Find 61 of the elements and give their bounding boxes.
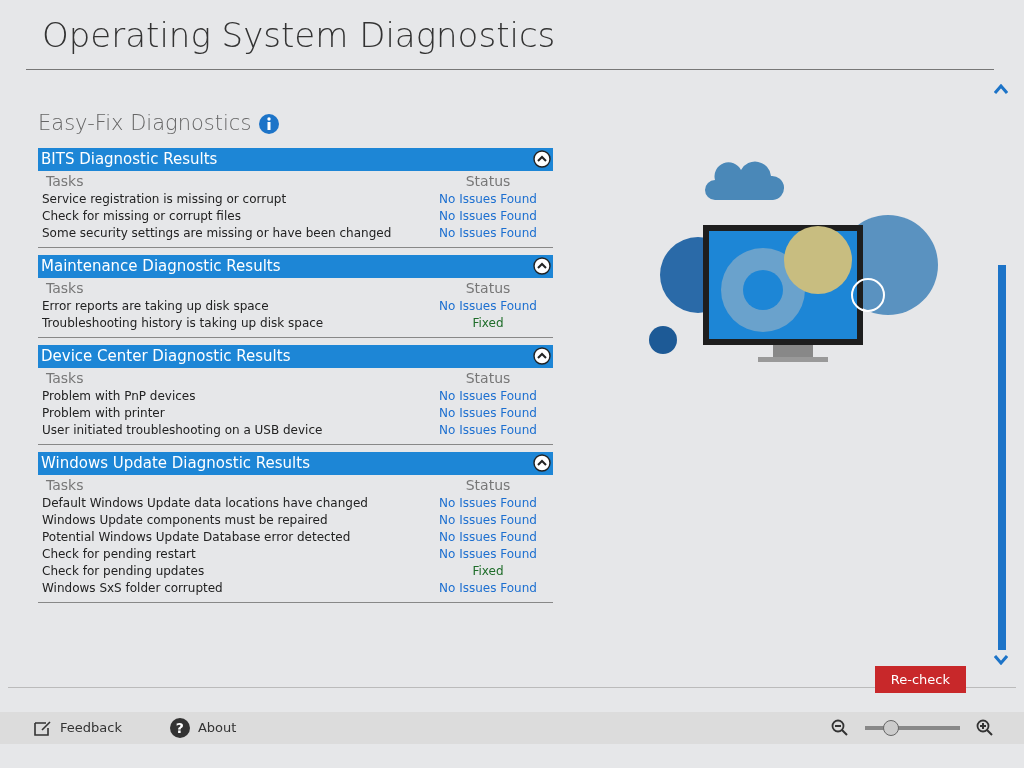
column-header: Status	[464, 475, 512, 495]
help-icon: ?	[169, 718, 190, 738]
column-header: Status	[464, 368, 512, 388]
task-label: Problem with printer	[42, 404, 166, 422]
status-text: No Issues Found	[438, 207, 538, 225]
task-label: Error reports are taking up disk space	[42, 297, 270, 315]
task-label: Check for pending restart	[42, 545, 197, 563]
status-text: No Issues Found	[438, 224, 538, 242]
status-text: No Issues Found	[438, 579, 538, 597]
collapse-icon[interactable]	[533, 347, 551, 365]
window-title: Operating System Diagnostics	[42, 14, 557, 57]
info-icon[interactable]	[259, 113, 280, 134]
zoom-out-icon[interactable]	[831, 719, 849, 737]
status-text: No Issues Found	[438, 511, 538, 529]
status-text: No Issues Found	[438, 528, 538, 546]
column-header: Status	[464, 171, 512, 191]
status-text: No Issues Found	[438, 421, 538, 439]
task-label: Default Windows Update data locations have changed	[42, 494, 369, 512]
section-title: BITS Diagnostic Results	[41, 148, 218, 170]
task-label: Windows SxS folder corrupted	[42, 579, 224, 597]
section-header[interactable]: Device Center Diagnostic Results	[38, 344, 553, 368]
section-title: Device Center Diagnostic Results	[41, 345, 291, 367]
status-text: No Issues Found	[438, 545, 538, 563]
section-title: Windows Update Diagnostic Results	[41, 452, 310, 474]
status-text: No Issues Found	[438, 297, 538, 315]
task-label: Some security settings are missing or have been changed	[42, 224, 393, 242]
section-header[interactable]: Windows Update Diagnostic Results	[38, 451, 553, 475]
task-label: Problem with PnP devices	[42, 387, 197, 405]
column-header: Status	[464, 278, 512, 298]
task-label: Potential Windows Update Database error detected	[42, 528, 352, 546]
scrollbar-thumb[interactable]	[998, 265, 1006, 650]
task-label: Service registration is missing or corrupt	[42, 190, 288, 208]
column-header: Tasks	[45, 368, 85, 388]
section-heading: Easy-Fix Diagnostics	[38, 110, 252, 137]
scroll-up-icon[interactable]	[994, 84, 1008, 94]
task-label: Windows Update components must be repaired	[42, 511, 329, 529]
status-text: No Issues Found	[438, 494, 538, 512]
recheck-button[interactable]: Re-check	[874, 665, 966, 693]
status-text: No Issues Found	[438, 404, 538, 422]
section-header[interactable]: Maintenance Diagnostic Results	[38, 254, 553, 278]
task-label: Check for missing or corrupt files	[42, 207, 242, 225]
column-header: Tasks	[45, 171, 85, 191]
zoom-in-icon[interactable]	[976, 719, 994, 737]
about-link[interactable]: ? About	[169, 718, 237, 738]
column-header: Tasks	[45, 475, 85, 495]
task-label: User initiated troubleshooting on a USB device	[42, 421, 324, 439]
column-header: Tasks	[45, 278, 85, 298]
section-header[interactable]: BITS Diagnostic Results	[38, 147, 553, 171]
task-label: Check for pending updates	[42, 562, 206, 580]
feedback-link[interactable]: Feedback	[34, 718, 122, 738]
collapse-icon[interactable]	[533, 150, 551, 168]
collapse-icon[interactable]	[533, 454, 551, 472]
status-text: No Issues Found	[438, 387, 538, 405]
status-text: No Issues Found	[438, 190, 538, 208]
scroll-down-icon[interactable]	[994, 655, 1008, 665]
task-label: Troubleshooting history is taking up disk space	[42, 314, 325, 332]
edit-icon	[34, 720, 52, 736]
status-text: Fixed	[471, 314, 505, 332]
collapse-icon[interactable]	[533, 257, 551, 275]
status-text: Fixed	[471, 562, 505, 580]
section-title: Maintenance Diagnostic Results	[41, 255, 281, 277]
